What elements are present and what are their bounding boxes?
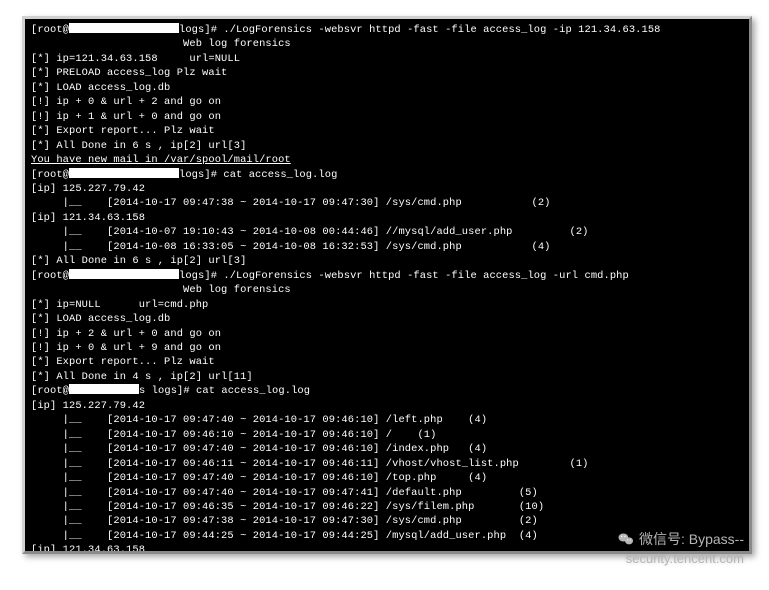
- terminal-line: [root@logs]# cat access_log.log: [31, 168, 743, 182]
- terminal-line: |__ [2014-10-07 19:10:43 ~ 2014-10-08 00…: [31, 225, 743, 239]
- terminal-line: [ip] 125.227.79.42: [31, 182, 743, 196]
- terminal-line: |__ [2014-10-17 09:47:40 ~ 2014-10-17 09…: [31, 471, 743, 485]
- watermark-line1: 微信号: Bypass--: [639, 529, 744, 549]
- terminal-line: [*] LOAD access_log.db: [31, 312, 743, 326]
- terminal-line: [*] PRELOAD access_log Plz wait: [31, 66, 743, 80]
- terminal-line: |__ [2014-10-17 09:46:35 ~ 2014-10-17 09…: [31, 500, 743, 514]
- wechat-icon: [617, 530, 635, 548]
- terminal-line: [*] All Done in 6 s , ip[2] url[3]: [31, 139, 743, 153]
- terminal-line: [ip] 121.34.63.158: [31, 211, 743, 225]
- redacted-hostname: [69, 384, 139, 394]
- terminal-line: [*] All Done in 4 s , ip[2] url[11]: [31, 370, 743, 384]
- terminal-line: [root@logs]# ./LogForensics -websvr http…: [31, 269, 743, 283]
- terminal-line: [!] ip + 1 & url + 0 and go on: [31, 110, 743, 124]
- redacted-hostname: [69, 269, 179, 279]
- terminal-line: |__ [2014-10-17 09:47:40 ~ 2014-10-17 09…: [31, 413, 743, 427]
- terminal-line: [!] ip + 0 & url + 9 and go on: [31, 341, 743, 355]
- terminal-line: [!] ip + 0 & url + 2 and go on: [31, 95, 743, 109]
- terminal-line: [*] LOAD access_log.db: [31, 81, 743, 95]
- redacted-hostname: [69, 23, 179, 33]
- terminal-line: [ip] 125.227.79.42: [31, 399, 743, 413]
- terminal-line: |__ [2014-10-17 09:47:38 ~ 2014-10-17 09…: [31, 196, 743, 210]
- watermark: 微信号: Bypass-- security.tencent.com: [617, 529, 744, 566]
- terminal-line: Web log forensics: [31, 283, 743, 297]
- terminal-line: [root@logs]# ./LogForensics -websvr http…: [31, 23, 743, 37]
- terminal-line: |__ [2014-10-17 09:47:40 ~ 2014-10-17 09…: [31, 442, 743, 456]
- terminal-line: |__ [2014-10-17 09:47:38 ~ 2014-10-17 09…: [31, 514, 743, 528]
- terminal-window[interactable]: [root@logs]# ./LogForensics -websvr http…: [22, 16, 752, 554]
- terminal-output: [root@logs]# ./LogForensics -websvr http…: [31, 23, 743, 554]
- terminal-line: [root@s logs]# cat access_log.log: [31, 384, 743, 398]
- redacted-hostname: [69, 168, 179, 178]
- terminal-line: [!] ip + 2 & url + 0 and go on: [31, 327, 743, 341]
- terminal-line: [*] ip=NULL url=cmd.php: [31, 298, 743, 312]
- terminal-line: |__ [2014-10-17 09:46:10 ~ 2014-10-17 09…: [31, 428, 743, 442]
- terminal-line: [*] All Done in 6 s , ip[2] url[3]: [31, 254, 743, 268]
- watermark-line2: security.tencent.com: [617, 551, 744, 566]
- terminal-line: You have new mail in /var/spool/mail/roo…: [31, 153, 743, 167]
- terminal-line: [*] Export report... Plz wait: [31, 124, 743, 138]
- terminal-line: |__ [2014-10-08 16:33:05 ~ 2014-10-08 16…: [31, 240, 743, 254]
- terminal-line: |__ [2014-10-17 09:46:11 ~ 2014-10-17 09…: [31, 457, 743, 471]
- terminal-line: Web log forensics: [31, 37, 743, 51]
- terminal-line: |__ [2014-10-17 09:47:40 ~ 2014-10-17 09…: [31, 486, 743, 500]
- terminal-line: [*] ip=121.34.63.158 url=NULL: [31, 52, 743, 66]
- terminal-line: [*] Export report... Plz wait: [31, 355, 743, 369]
